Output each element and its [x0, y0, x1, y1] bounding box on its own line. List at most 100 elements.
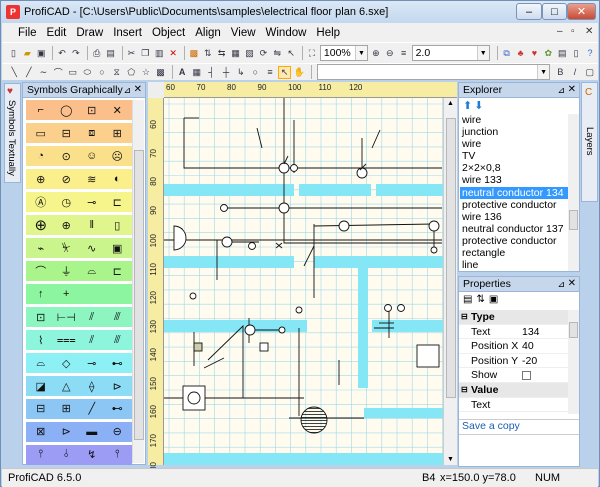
property-row[interactable]: Text — [459, 398, 568, 413]
battery-symbol-icon[interactable]: ⊞ — [108, 125, 126, 141]
polygon-tool-icon[interactable]: ⬠ — [125, 66, 138, 79]
heart-icon[interactable]: ♥ — [528, 47, 540, 60]
group-icon[interactable]: ▦ — [230, 47, 242, 60]
cable-symbol-icon[interactable]: ⫯ — [108, 447, 126, 463]
spark-symbol-icon[interactable]: ↯ — [83, 447, 101, 463]
switch3-symbol-icon[interactable]: ⫻ — [108, 309, 126, 325]
transistor-symbol-icon[interactable]: ⌁ — [32, 240, 50, 256]
circle-symbol-icon[interactable]: ◯ — [57, 102, 75, 118]
fuse-symbol-icon[interactable]: ⊏ — [108, 194, 126, 210]
menu-draw[interactable]: Draw — [71, 27, 108, 39]
list-item[interactable]: wire 133 — [460, 174, 568, 186]
border-icon[interactable]: ▢ — [583, 66, 596, 79]
show-checkbox[interactable] — [522, 371, 531, 381]
gauge2-symbol-icon[interactable]: ☹ — [108, 148, 126, 164]
panel-symbol-icon[interactable]: ⊟ — [32, 401, 50, 417]
motor-symbol-icon[interactable]: ◔ — [32, 148, 50, 164]
dial-symbol-icon[interactable]: ⊖ — [108, 424, 126, 440]
print-preview-icon[interactable]: ⎙ — [91, 47, 103, 60]
zoom-in-icon[interactable]: ⊕ — [370, 47, 382, 60]
select-tool-icon[interactable]: ↖ — [278, 65, 292, 79]
wire-tool-icon[interactable]: ┤ — [205, 66, 218, 79]
collapse-icon[interactable]: ⊟ — [461, 310, 468, 324]
diode2-symbol-icon[interactable]: ⊳ — [108, 378, 126, 394]
inductor-symbol-icon[interactable]: ∿ — [83, 240, 101, 256]
switch5-symbol-icon[interactable]: ⫻ — [108, 332, 126, 348]
list-item-selected[interactable]: neutral conductor 134 — [460, 186, 568, 199]
bus-tool-icon[interactable]: ≡ — [264, 66, 277, 79]
undo-icon[interactable]: ↶ — [56, 47, 68, 60]
arrow-down-icon[interactable]: ⬇ — [474, 99, 483, 113]
redo-icon[interactable]: ↷ — [70, 47, 82, 60]
square-diode-symbol-icon[interactable]: ◪ — [32, 378, 50, 394]
property-row[interactable]: Text 134 — [459, 325, 568, 340]
zoom-fit-icon[interactable]: ⛶ — [306, 47, 318, 60]
settings-icon[interactable]: ✿ — [542, 47, 554, 60]
menu-file[interactable]: File — [2, 27, 42, 39]
components-tab[interactable]: C — [585, 87, 592, 98]
table-tool-icon[interactable]: ▦ — [190, 66, 203, 79]
menu-view[interactable]: View — [226, 27, 261, 39]
tab-symbols-textually[interactable]: Symbols Textually — [6, 100, 17, 176]
save-copy-link[interactable]: Save a copy — [459, 419, 579, 433]
categorized-icon[interactable]: ▤ — [463, 294, 472, 308]
pin-icon[interactable]: ⊿ — [557, 83, 565, 97]
style-combo[interactable]: ▼ — [316, 64, 551, 80]
diode-bridge-symbol-icon[interactable]: ⟠ — [83, 378, 101, 394]
explorer-scrollbar[interactable] — [568, 114, 579, 271]
ungroup-icon[interactable]: ▧ — [244, 47, 256, 60]
resistor-symbol-icon[interactable]: ▭ — [32, 125, 50, 141]
list-item[interactable]: wire 136 — [460, 211, 568, 223]
relay-symbol-icon[interactable]: ⊟ — [57, 125, 75, 141]
list-item[interactable]: neutral conductor 137 — [460, 223, 568, 235]
maximize-button[interactable]: □ — [542, 3, 567, 20]
tab-layers[interactable]: Layers — [584, 127, 595, 156]
properties-scrollbar[interactable] — [568, 310, 579, 414]
thyristor-symbol-icon[interactable]: ⏚ — [57, 263, 75, 279]
drawing-canvas[interactable] — [164, 98, 443, 465]
copy-icon[interactable]: ❐ — [139, 47, 151, 60]
lamp2-symbol-icon[interactable]: ⊕ — [57, 217, 75, 233]
zoom-combo[interactable]: 100% ▼ — [319, 45, 368, 61]
box2-symbol-icon[interactable]: ▣ — [108, 240, 126, 256]
category-value[interactable]: ⊟ Value — [459, 383, 568, 398]
junction-tool-icon[interactable]: ┼ — [220, 66, 233, 79]
menu-align[interactable]: Align — [190, 27, 226, 39]
mdi-restore-icon[interactable]: ▫ — [571, 26, 575, 37]
meter2-symbol-icon[interactable]: ▬ — [83, 424, 101, 440]
switch-symbol-icon[interactable]: ⌐ — [32, 102, 50, 118]
pin-icon[interactable]: ⊿ — [557, 277, 565, 291]
pointer-icon[interactable]: ↖ — [285, 47, 297, 60]
generator-symbol-icon[interactable]: ⊘ — [57, 171, 75, 187]
close-icon[interactable]: ✕ — [568, 277, 576, 291]
switch4-symbol-icon[interactable]: ⫽ — [83, 332, 101, 348]
category-type[interactable]: ⊟ Type — [459, 310, 568, 325]
gauge-symbol-icon[interactable]: ☺ — [83, 148, 101, 164]
trans-symbol-icon[interactable]: ⩶ — [57, 332, 76, 348]
port-symbol-icon[interactable]: ⊷ — [108, 401, 126, 417]
image-icon[interactable]: ▩ — [188, 47, 200, 60]
menu-edit[interactable]: Edit — [42, 27, 72, 39]
line-width-combo[interactable]: 2.0 ▼ — [411, 45, 490, 61]
list-item[interactable]: line — [460, 259, 568, 271]
tube-symbol-icon[interactable]: ⌓ — [83, 263, 101, 279]
star-tool-icon[interactable]: ☆ — [140, 66, 153, 79]
diode-symbol-icon[interactable]: ⏧ — [57, 240, 75, 256]
box-symbol-icon[interactable]: ⊡ — [83, 102, 101, 118]
list-item[interactable]: protective conductor — [460, 199, 568, 211]
plus-symbol-icon[interactable]: + — [57, 286, 75, 302]
relay2-symbol-icon[interactable]: ⊏ — [108, 263, 126, 279]
clock-symbol-icon[interactable]: ◷ — [57, 194, 75, 210]
mdi-close-icon[interactable]: ✕ — [585, 26, 593, 37]
bom-icon[interactable]: ▤ — [556, 47, 568, 60]
pin-symbol-icon[interactable]: ⫰ — [57, 447, 75, 463]
menu-window[interactable]: Window — [261, 27, 312, 39]
property-pages-icon[interactable]: ▣ — [489, 294, 498, 308]
scroll-thumb[interactable] — [569, 322, 578, 338]
text-tool-icon[interactable]: A — [176, 66, 189, 79]
capacitor-symbol-icon[interactable]: ‖ — [83, 217, 101, 233]
diamond-symbol-icon[interactable]: ◇ — [57, 355, 75, 371]
menu-insert[interactable]: Insert — [108, 27, 147, 39]
lamp-tool-icon[interactable]: ○ — [249, 66, 262, 79]
scroll-thumb[interactable] — [446, 118, 456, 398]
